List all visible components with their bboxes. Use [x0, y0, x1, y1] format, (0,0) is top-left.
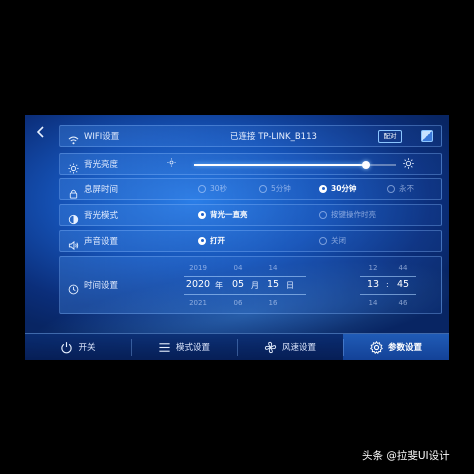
minute-prev[interactable]: 44	[395, 264, 411, 272]
bottom-nav-bar: 开关 模式设置 风速设置 参数设置	[25, 333, 449, 360]
year-prev[interactable]: 2019	[186, 264, 210, 272]
screen-off-option-5min[interactable]: 5分钟	[259, 183, 291, 194]
speaker-icon	[68, 236, 79, 251]
clock-selection-line-bottom	[360, 294, 416, 295]
brightness-slider-knob[interactable]	[361, 161, 370, 169]
time-separator: :	[386, 280, 389, 289]
watermark-text: 头条 @拉斐UI设计	[362, 450, 450, 462]
radio-sound-off	[319, 236, 327, 245]
month-unit: 月	[251, 281, 259, 290]
radio-never	[387, 184, 395, 193]
wifi-label: WIFI设置	[84, 132, 120, 142]
wifi-status: 已连接 TP-LINK_B113	[230, 132, 317, 142]
brightness-label: 背光亮度	[84, 160, 119, 170]
screen-off-option-label: 30秒	[210, 184, 228, 193]
wifi-setting-row: WIFI设置 已连接 TP-LINK_B113 配对	[59, 125, 442, 147]
sound-label: 声音设置	[84, 237, 119, 247]
hour-prev[interactable]: 12	[365, 264, 381, 272]
year-next[interactable]: 2021	[186, 299, 210, 307]
radio-30s	[198, 184, 206, 193]
backlight-option-label: 背光一直亮	[210, 210, 248, 219]
day-current[interactable]: 15	[263, 279, 283, 290]
gear-icon	[369, 340, 383, 354]
month-next[interactable]: 06	[230, 299, 246, 307]
date-selection-line-top	[184, 276, 306, 277]
minute-current[interactable]: 45	[393, 279, 413, 290]
nav-item-label: 开关	[78, 343, 96, 353]
sound-option-on[interactable]: 打开	[198, 235, 225, 246]
pair-button[interactable]: 配对	[378, 130, 402, 143]
screen-off-option-label: 永不	[399, 184, 414, 193]
sound-option-off[interactable]: 关闭	[319, 235, 346, 246]
month-prev[interactable]: 04	[230, 264, 246, 272]
time-label: 时间设置	[84, 281, 119, 291]
backlight-mode-row: 背光模式 背光一直亮 按键操作时亮	[59, 204, 442, 226]
backlight-option-always[interactable]: 背光一直亮	[198, 209, 248, 220]
screen-off-setting-row: 息屏时间 30秒 5分钟 30分钟 永不	[59, 178, 442, 200]
brightness-slider[interactable]	[194, 161, 396, 169]
date-selection-line-bottom	[184, 294, 306, 295]
hour-next[interactable]: 14	[365, 299, 381, 307]
sun-large-icon	[402, 158, 414, 170]
wifi-icon	[68, 131, 79, 145]
nav-item-label: 模式设置	[175, 343, 210, 353]
day-unit: 日	[286, 281, 294, 290]
radio-30min	[319, 184, 327, 193]
radio-always-on	[198, 210, 206, 219]
backlight-option-keypress[interactable]: 按键操作时亮	[319, 209, 376, 220]
screen-off-option-30s[interactable]: 30秒	[198, 183, 227, 194]
brightness-setting-row: 背光亮度	[59, 153, 442, 175]
radio-sound-on	[198, 236, 206, 245]
screen-off-option-label: 5分钟	[271, 184, 291, 193]
screen-off-label: 息屏时间	[84, 185, 119, 195]
fan-icon	[264, 341, 277, 354]
sound-option-label: 打开	[210, 236, 225, 245]
clock-selection-line-top	[360, 276, 416, 277]
back-arrow-icon[interactable]	[33, 124, 49, 140]
year-unit: 年	[215, 281, 223, 290]
nav-item-label: 风速设置	[281, 343, 316, 353]
minute-next[interactable]: 46	[395, 299, 411, 307]
nav-item-fan-speed[interactable]: 风速设置	[237, 334, 343, 360]
brightness-icon	[68, 159, 79, 174]
screen-off-option-never[interactable]: 永不	[387, 183, 414, 194]
nav-item-parameters[interactable]: 参数设置	[343, 334, 449, 360]
settings-screen: WIFI设置 已连接 TP-LINK_B113 配对 背光亮度 息屏时间 30秒	[25, 115, 449, 360]
sun-small-icon	[165, 158, 177, 170]
menu-icon	[158, 341, 171, 354]
day-prev[interactable]: 14	[265, 264, 281, 272]
backlight-icon	[68, 210, 79, 225]
backlight-option-label: 按键操作时亮	[331, 210, 376, 219]
screen-off-option-label: 30分钟	[331, 184, 357, 193]
hour-current[interactable]: 13	[363, 279, 383, 290]
year-current[interactable]: 2020	[184, 279, 212, 290]
day-next[interactable]: 16	[265, 299, 281, 307]
nav-item-mode[interactable]: 模式设置	[131, 334, 237, 360]
wifi-toggle-button[interactable]	[421, 130, 433, 142]
nav-item-label: 参数设置	[387, 343, 422, 353]
month-current[interactable]: 05	[228, 279, 248, 290]
backlight-label: 背光模式	[84, 211, 119, 221]
radio-keypress	[319, 210, 327, 219]
lock-icon	[68, 184, 79, 199]
sound-option-label: 关闭	[331, 236, 346, 245]
radio-5min	[259, 184, 267, 193]
power-icon	[60, 341, 73, 354]
brightness-slider-fill	[194, 164, 366, 166]
screen-off-option-30min[interactable]: 30分钟	[319, 183, 356, 194]
clock-icon	[68, 280, 79, 295]
sound-setting-row: 声音设置 打开 关闭	[59, 230, 442, 252]
time-setting-row: 时间设置 2019 2020 2021 年 04 05 06 月 14 15 1…	[59, 256, 442, 314]
nav-item-power[interactable]: 开关	[25, 334, 131, 360]
